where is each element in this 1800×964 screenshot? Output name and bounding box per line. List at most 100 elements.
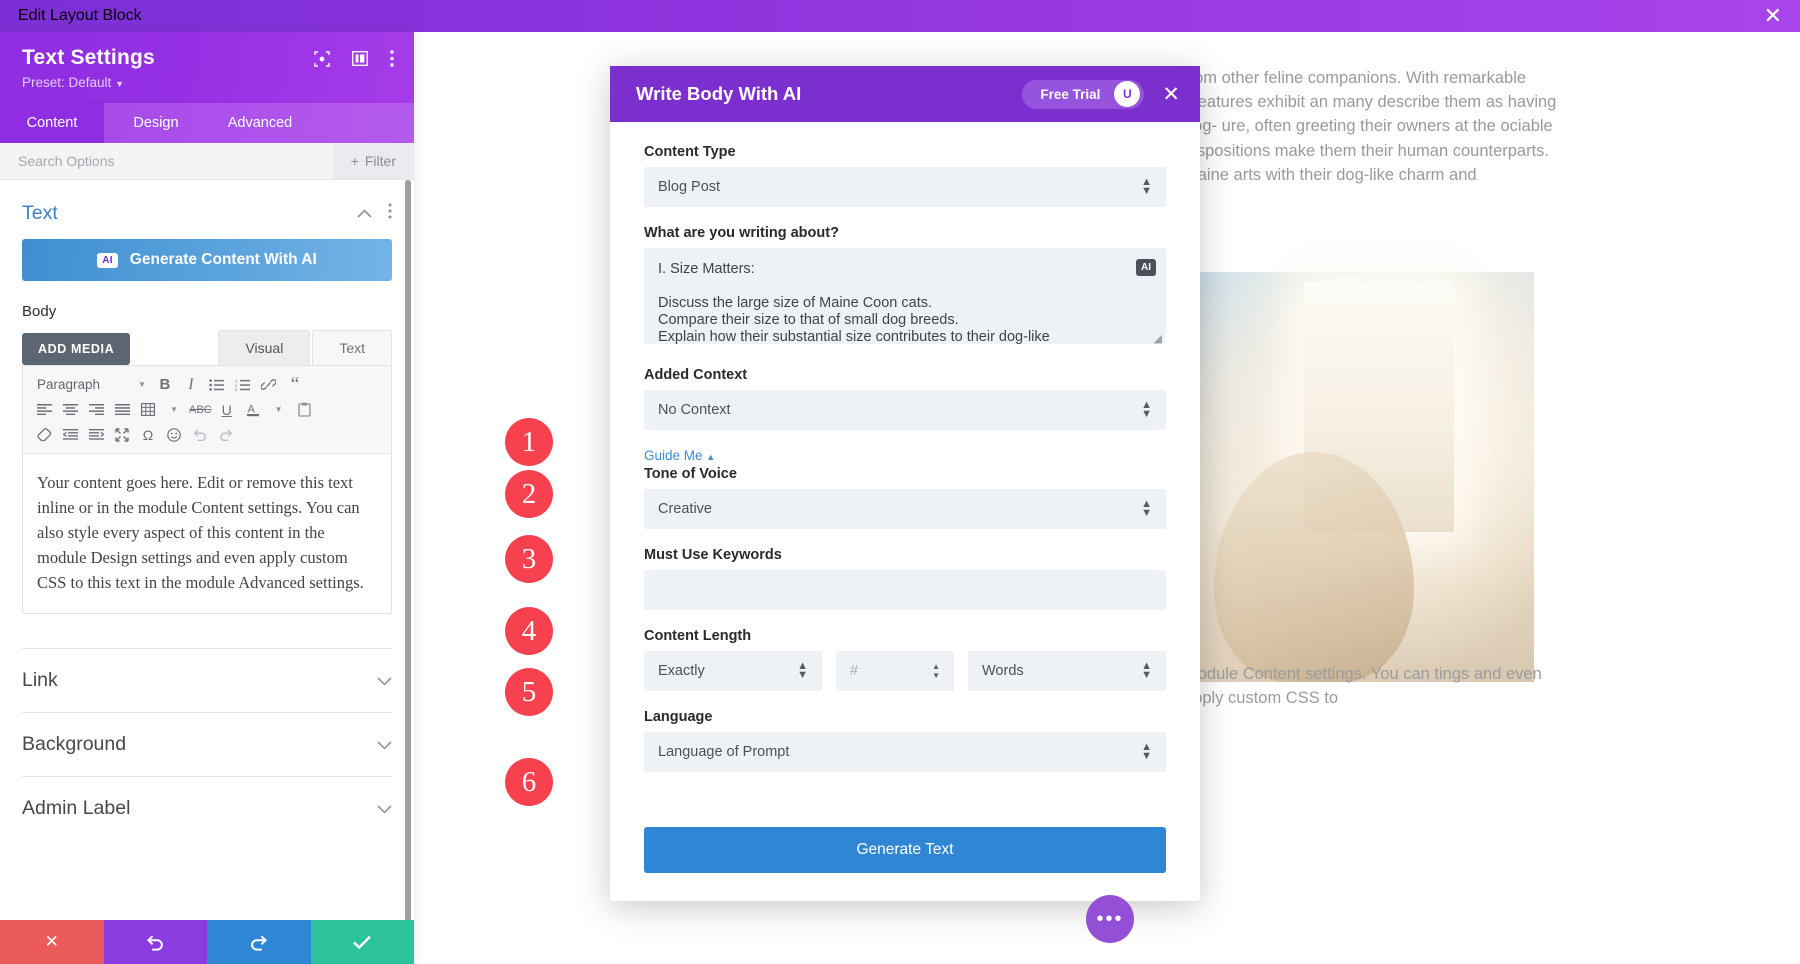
fullscreen-icon[interactable]	[111, 424, 133, 446]
decrease-indent-icon[interactable]	[59, 424, 81, 446]
spinner-arrows-icon: ▲ ▼	[1141, 399, 1152, 420]
tone-of-voice-select[interactable]: Creative ▲ ▼	[644, 489, 1166, 529]
paragraph-format-label: Paragraph	[37, 377, 101, 392]
link-icon[interactable]	[258, 374, 280, 396]
canvas-paragraph-top: from other feline companions. With remar…	[1184, 69, 1557, 184]
toolbar-row-1: Paragraph ▼ B I 1 2 3 “	[33, 372, 383, 397]
underline-icon[interactable]: U	[216, 399, 238, 421]
spinner-arrows-icon: ▲ ▼	[1141, 660, 1152, 681]
callout-3: 3	[505, 535, 553, 583]
accordion-admin-label[interactable]: Admin Label	[22, 776, 392, 840]
tab-advanced[interactable]: Advanced	[208, 103, 312, 143]
paragraph-format-select[interactable]: Paragraph ▼	[33, 377, 150, 392]
kebab-menu-icon[interactable]	[390, 50, 394, 67]
search-input[interactable]	[0, 143, 333, 179]
strikethrough-icon[interactable]: ABC	[189, 399, 212, 421]
language-select[interactable]: Language of Prompt ▲ ▼	[644, 732, 1166, 772]
table-caret-icon[interactable]: ▼	[163, 399, 185, 421]
chevron-up-icon[interactable]	[357, 205, 372, 223]
undo-button[interactable]	[103, 920, 207, 964]
language-label: Language	[644, 709, 713, 725]
chevron-down-icon	[377, 737, 392, 753]
layout-icon[interactable]	[352, 51, 368, 66]
cancel-button[interactable]: ✕	[0, 920, 104, 964]
modal-title: Write Body With AI	[636, 83, 802, 104]
tone-of-voice-label: Tone of Voice	[644, 466, 737, 482]
panel-preset[interactable]: Preset: Default ▼	[22, 75, 392, 90]
save-button[interactable]	[310, 920, 414, 964]
content-length-number-placeholder: #	[850, 663, 859, 679]
guide-me-label: Guide Me	[644, 448, 703, 463]
special-character-icon[interactable]: Ω	[137, 424, 159, 446]
add-media-button[interactable]: ADD MEDIA	[22, 333, 131, 365]
kebab-menu-icon[interactable]	[388, 203, 392, 224]
prompt-textarea[interactable]	[644, 248, 1166, 344]
ai-icon: AI	[97, 252, 118, 268]
increase-indent-icon[interactable]	[85, 424, 107, 446]
close-icon[interactable]: ✕	[1160, 82, 1182, 107]
redo-icon[interactable]	[215, 424, 237, 446]
avatar: U	[1114, 81, 1141, 107]
guide-me-toggle[interactable]: Guide Me ▲	[644, 448, 1166, 463]
language-value: Language of Prompt	[658, 744, 790, 760]
spinner-arrows-icon: ▲ ▼	[1141, 741, 1152, 762]
bold-icon[interactable]: B	[154, 374, 176, 396]
content-length-number-input[interactable]: # ▲ ▼	[836, 651, 954, 691]
added-context-label: Added Context	[644, 367, 748, 383]
more-options-icon[interactable]: •••	[1086, 895, 1134, 943]
editor-toolbar: Paragraph ▼ B I 1 2 3 “ ▼ ABC U A ▼ Ω	[23, 366, 391, 454]
tone-of-voice-value: Creative	[658, 501, 712, 517]
text-section-header: Text	[22, 180, 392, 239]
free-trial-badge[interactable]: Free Trial U	[1022, 79, 1145, 109]
target-icon[interactable]	[314, 50, 330, 67]
clear-formatting-icon[interactable]	[33, 424, 55, 446]
added-context-select[interactable]: No Context ▲ ▼	[644, 390, 1166, 430]
table-icon[interactable]	[137, 399, 159, 421]
tab-visual[interactable]: Visual	[218, 330, 311, 365]
undo-icon[interactable]	[189, 424, 211, 446]
close-icon[interactable]: ✕	[1764, 5, 1782, 27]
content-type-select[interactable]: Blog Post ▲ ▼	[644, 167, 1166, 207]
ai-icon[interactable]: AI	[1136, 259, 1156, 276]
generate-content-with-ai-button[interactable]: AI Generate Content With AI	[22, 239, 392, 281]
content-length-unit-select[interactable]: Words ▲ ▼	[968, 651, 1166, 691]
prompt-label: What are you writing about?	[644, 225, 839, 241]
must-use-keywords-input[interactable]	[644, 570, 1166, 610]
resize-grip-icon[interactable]: ◢	[1154, 332, 1162, 345]
align-justify-icon[interactable]	[111, 399, 133, 421]
stepper-arrows-icon[interactable]: ▲ ▼	[932, 662, 940, 680]
filter-button[interactable]: + Filter	[332, 143, 414, 179]
tab-text[interactable]: Text	[312, 330, 392, 365]
toolbar-row-3: Ω	[33, 422, 383, 447]
italic-icon[interactable]: I	[180, 374, 202, 396]
panel-tabs: Content Design Advanced	[0, 103, 414, 143]
top-bar: Edit Layout Block ✕	[0, 0, 1800, 32]
emoji-icon[interactable]	[163, 424, 185, 446]
tab-content[interactable]: Content	[0, 103, 104, 143]
content-length-mode-select[interactable]: Exactly ▲ ▼	[644, 651, 822, 691]
content-type-value: Blog Post	[658, 179, 721, 195]
accordion-link[interactable]: Link	[22, 648, 392, 712]
body-label: Body	[22, 303, 57, 320]
redo-button[interactable]	[207, 920, 311, 964]
blockquote-icon[interactable]: “	[284, 374, 306, 396]
spinner-arrows-icon: ▲ ▼	[797, 660, 808, 681]
tab-design[interactable]: Design	[104, 103, 208, 143]
text-color-caret-icon[interactable]: ▼	[268, 399, 290, 421]
chevron-up-icon: ▲	[706, 452, 716, 462]
accordion-background-label: Background	[22, 733, 127, 755]
align-center-icon[interactable]	[59, 399, 81, 421]
chevron-down-icon: ▼	[115, 79, 124, 89]
align-right-icon[interactable]	[85, 399, 107, 421]
generate-text-button[interactable]: Generate Text	[644, 827, 1166, 873]
editor-body-text[interactable]: Your content goes here. Edit or remove t…	[23, 454, 391, 613]
accordion-background[interactable]: Background	[22, 712, 392, 776]
spinner-arrows-icon: ▲ ▼	[1141, 176, 1152, 197]
paste-icon[interactable]	[294, 399, 316, 421]
numbered-list-icon[interactable]: 1 2 3	[232, 374, 254, 396]
text-color-icon[interactable]: A	[242, 399, 264, 421]
bulleted-list-icon[interactable]	[206, 374, 228, 396]
text-settings-panel: Text Settings Preset: Default ▼ Content …	[0, 32, 414, 964]
align-left-icon[interactable]	[33, 399, 55, 421]
svg-text:A: A	[247, 404, 255, 416]
